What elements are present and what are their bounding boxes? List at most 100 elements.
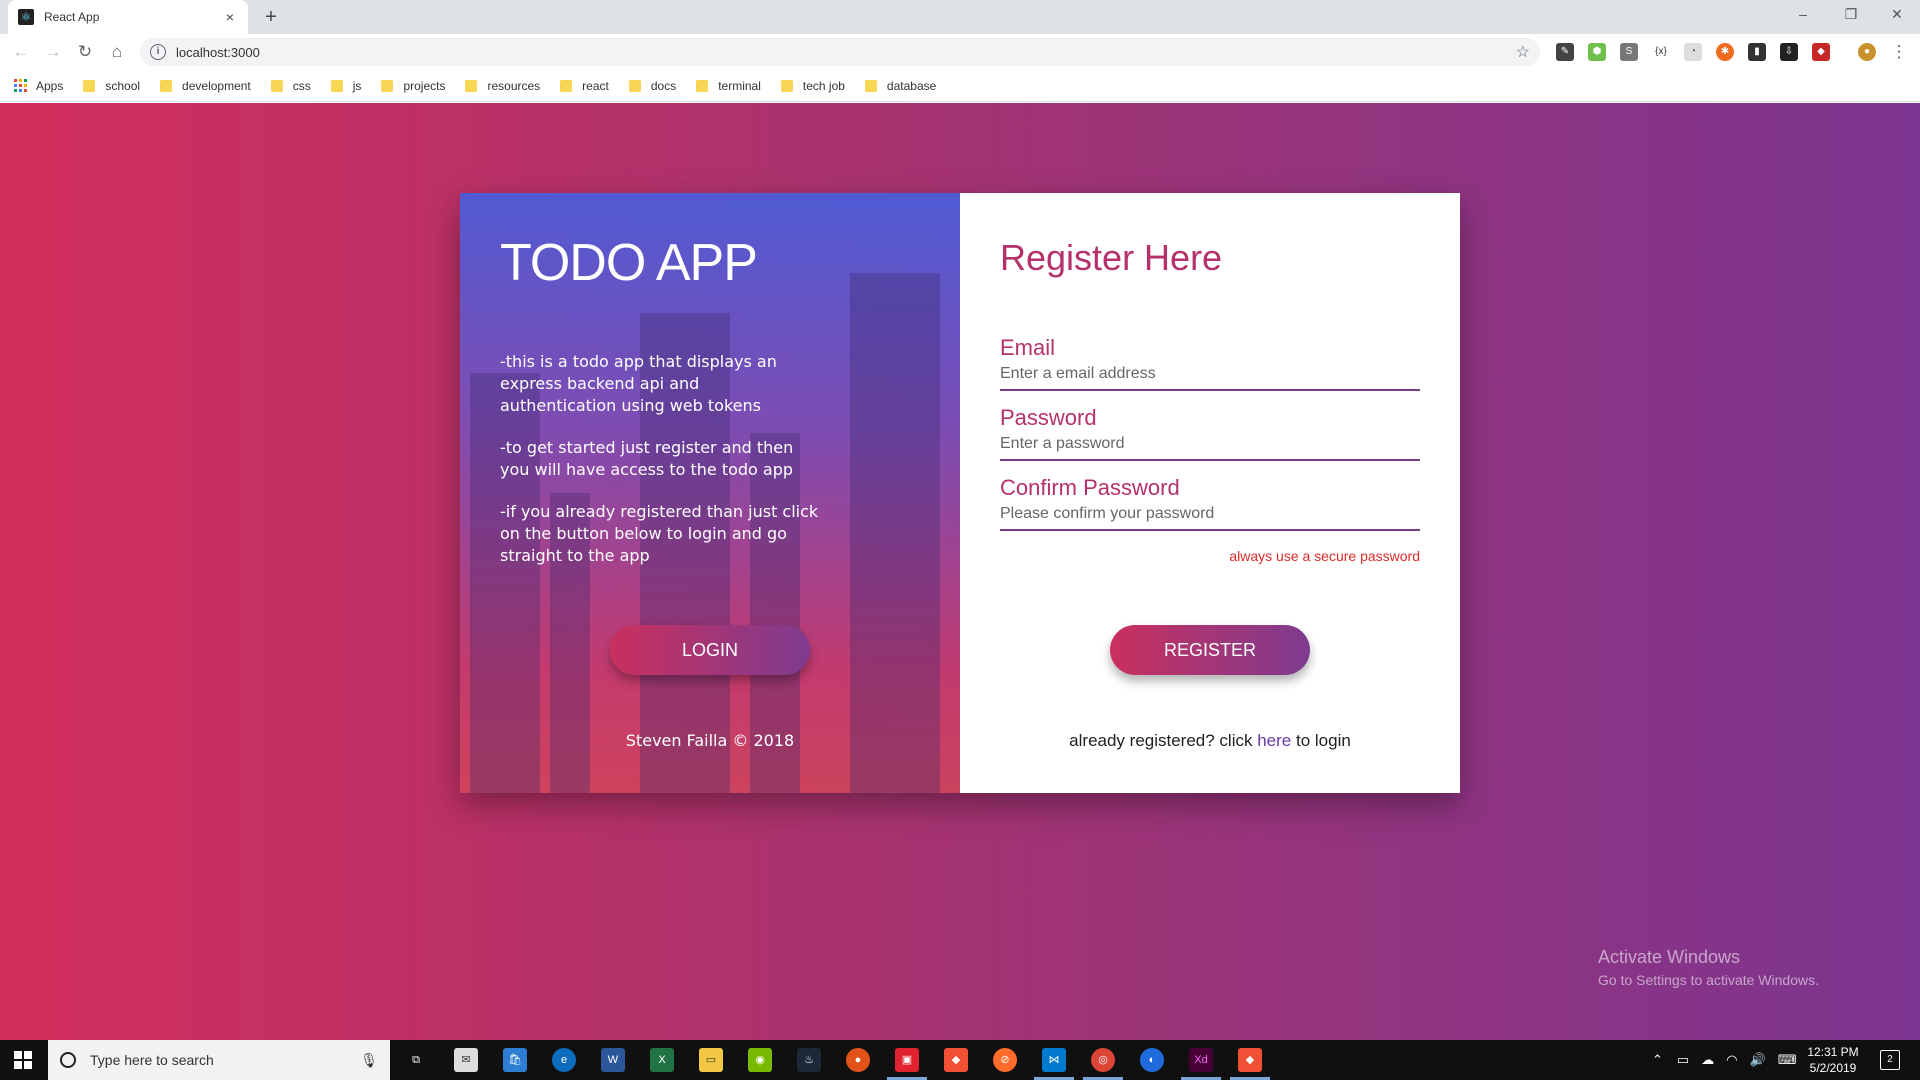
tab-close-icon[interactable]: ×	[222, 9, 238, 25]
folder-icon	[465, 79, 478, 92]
description-paragraph: -if you already registered than just cli…	[500, 502, 819, 565]
bookmark-label: development	[182, 78, 251, 93]
nvidia-icon[interactable]: ◉	[748, 1048, 772, 1072]
bookmark-folder[interactable]: school	[83, 79, 140, 93]
profile-avatar[interactable]: ●	[1858, 43, 1876, 61]
city-building-image	[850, 273, 940, 793]
site-info-icon[interactable]: i	[150, 44, 166, 60]
reload-icon[interactable]: ↻	[72, 39, 98, 65]
bookmark-star-icon[interactable]: ☆	[1516, 42, 1530, 62]
clock-time: 12:31 PM	[1807, 1045, 1859, 1059]
bookmark-folder[interactable]: resources	[465, 79, 540, 93]
login-link[interactable]: here	[1257, 731, 1291, 750]
dark-extension-icon[interactable]: ▮	[1748, 43, 1766, 61]
clock-date: 5/2/2019	[1809, 1061, 1857, 1075]
file-explorer-icon[interactable]: ▭	[699, 1048, 723, 1072]
wifi-icon[interactable]: ◠	[1726, 1052, 1737, 1068]
page-background: TODO APP -this is a todo app that displa…	[0, 103, 1920, 1040]
bookmark-label: react	[582, 78, 609, 93]
react-favicon-icon: ⚛	[18, 9, 34, 25]
bookmark-apps[interactable]: Apps	[14, 78, 63, 93]
microphone-icon[interactable]: 🎙	[360, 1052, 378, 1069]
battery-icon[interactable]: ▭	[1677, 1052, 1689, 1068]
orange-extension-icon[interactable]: ✱	[1716, 43, 1734, 61]
red-extension-icon[interactable]: ◆	[1812, 43, 1830, 61]
download-extension-icon[interactable]: ⇩	[1780, 43, 1798, 61]
windows-logo-icon	[14, 1051, 32, 1069]
bookmark-label: projects	[403, 78, 446, 93]
bookmark-folder[interactable]: react	[560, 79, 609, 93]
bookmark-label: tech job	[802, 78, 845, 93]
window-close-icon[interactable]: ✕	[1874, 0, 1920, 30]
folder-icon	[696, 79, 709, 92]
bookmark-label: database	[886, 78, 937, 93]
search-placeholder: Type here to search	[90, 1052, 214, 1068]
word-icon[interactable]: W	[601, 1048, 625, 1072]
folder-icon	[628, 79, 641, 92]
tray-chevron-icon[interactable]: ⌃	[1652, 1052, 1663, 1068]
notification-center-icon[interactable]: 2	[1880, 1050, 1900, 1070]
eyedropper-extension-icon[interactable]: ✎	[1556, 43, 1574, 61]
bookmark-folder[interactable]: tech job	[780, 78, 845, 93]
edge-icon[interactable]: e	[552, 1048, 576, 1072]
origin-icon[interactable]: ●	[846, 1048, 870, 1072]
store-icon[interactable]: 🛍	[503, 1048, 527, 1072]
task-view-icon[interactable]: ⧉	[404, 1048, 428, 1072]
chrome-icon[interactable]: ◎	[1091, 1048, 1115, 1072]
system-clock[interactable]: 12:31 PM 5/2/2019	[1790, 1044, 1876, 1076]
password-field: Password	[1000, 405, 1420, 461]
password-label: Password	[1000, 405, 1097, 430]
postman-icon[interactable]: ⊘	[993, 1048, 1017, 1072]
bookmark-folder[interactable]: docs	[628, 79, 676, 93]
restore-icon[interactable]: ❐	[1828, 0, 1874, 30]
sourcetree-icon[interactable]: ◆	[1238, 1048, 1262, 1072]
volume-icon[interactable]: 🔊	[1750, 1052, 1766, 1068]
bookmark-folder[interactable]: js	[330, 78, 362, 93]
json-extension-icon[interactable]: {x}	[1652, 43, 1670, 61]
bookmark-folder[interactable]: terminal	[696, 79, 761, 93]
steam-icon[interactable]: ♨	[797, 1048, 821, 1072]
password-input[interactable]	[1000, 435, 1420, 459]
adobe-xd-icon[interactable]: Xd	[1189, 1048, 1213, 1072]
bookmark-folder[interactable]: projects	[381, 79, 445, 93]
bookmark-label: resources	[487, 78, 541, 93]
watermark-subtitle: Go to Settings to activate Windows.	[1598, 972, 1819, 988]
home-icon[interactable]: ⌂	[104, 39, 130, 65]
bookmark-folder[interactable]: database	[864, 78, 937, 93]
forward-arrow-icon[interactable]: →	[40, 39, 66, 65]
firefox-icon[interactable]: ◐	[1140, 1048, 1164, 1072]
node-extension-icon[interactable]: ⬢	[1588, 43, 1606, 61]
login-prompt-prefix: already registered? click	[1069, 731, 1253, 750]
confirm-password-input[interactable]	[1000, 505, 1420, 529]
git-icon[interactable]: ◆	[944, 1048, 968, 1072]
register-button[interactable]: REGISTER	[1110, 625, 1310, 675]
system-tray: ⌃ ▭ ☁ ◠ 🔊 ⌨	[1652, 1040, 1797, 1080]
menu-dots-icon[interactable]: ⋮	[1886, 39, 1912, 65]
taskbar-search[interactable]: Type here to search 🎙	[48, 1040, 390, 1080]
bookmark-folder[interactable]: development	[160, 79, 251, 93]
app-description: -this is a todo app that displays an exp…	[500, 351, 820, 587]
bookmark-folder[interactable]: css	[270, 79, 311, 93]
browser-tab[interactable]: ⚛ React App ×	[8, 0, 248, 34]
start-button[interactable]	[0, 1040, 46, 1080]
folder-icon	[83, 79, 96, 92]
email-input[interactable]	[1000, 365, 1420, 389]
vscode-icon[interactable]: ⋈	[1042, 1048, 1066, 1072]
cortana-icon	[60, 1052, 76, 1068]
description-paragraph: -this is a todo app that displays an exp…	[500, 352, 777, 415]
screen-recorder-icon[interactable]: ▣	[895, 1048, 919, 1072]
excel-icon[interactable]: X	[650, 1048, 674, 1072]
timer-extension-icon[interactable]: ◔	[1684, 43, 1702, 61]
new-tab-button[interactable]: +	[258, 4, 284, 30]
minimize-icon[interactable]: –	[1780, 0, 1826, 30]
login-button[interactable]: LOGIN	[610, 625, 810, 675]
folder-icon	[160, 79, 173, 92]
s-extension-icon[interactable]: S	[1620, 43, 1638, 61]
address-bar[interactable]: i localhost:3000 ☆	[140, 38, 1540, 66]
onedrive-icon[interactable]: ☁	[1701, 1052, 1714, 1068]
bookmark-label: js	[352, 78, 362, 93]
mail-icon[interactable]: ✉	[454, 1048, 478, 1072]
app-title: TODO APP	[500, 234, 758, 292]
bookmarks-bar: Apps school development css js projects …	[0, 70, 1920, 102]
back-arrow-icon[interactable]: ←	[8, 39, 34, 65]
